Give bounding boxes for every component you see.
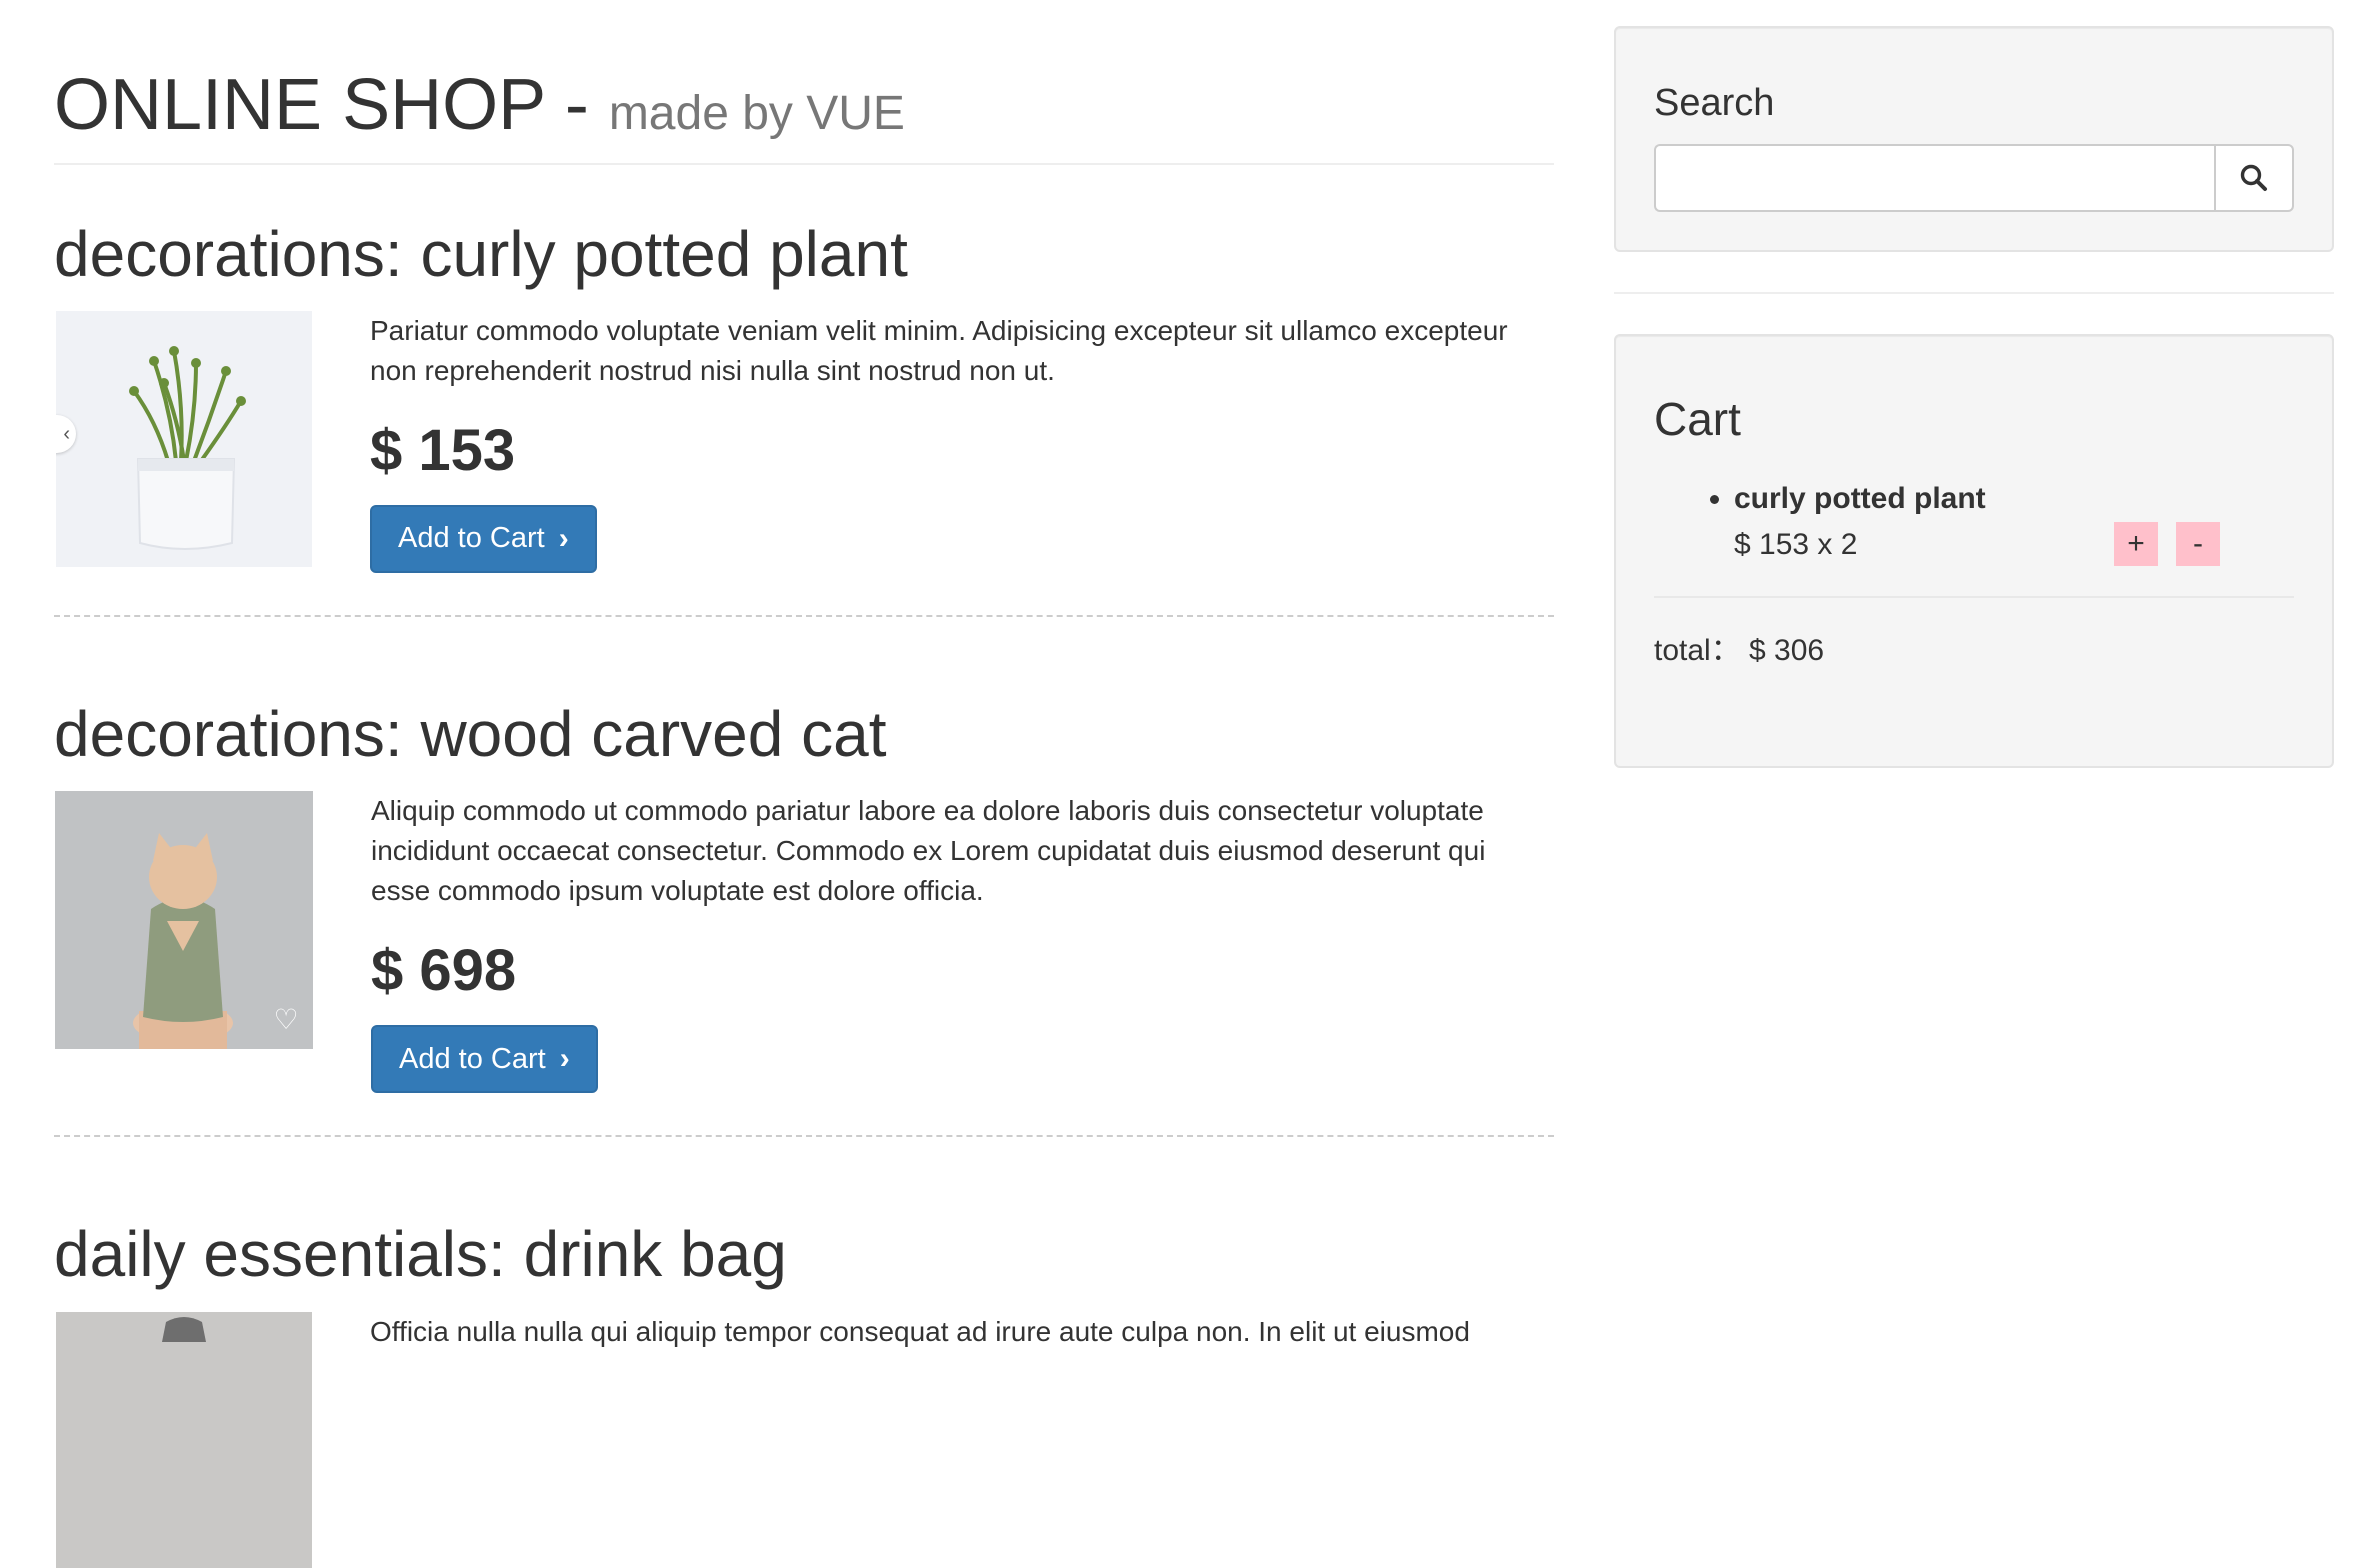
search-button[interactable]	[2214, 144, 2294, 212]
cart-title: Cart	[1654, 393, 1741, 445]
search-title: Search	[1654, 82, 1775, 124]
product-title: daily essentials: drink bag	[54, 1218, 787, 1291]
cart-item: curly potted plant $ 153 x 2 + -	[1734, 476, 2294, 568]
page-title: ONLINE SHOP - made by VUE	[54, 64, 1554, 165]
product-price: $ 153	[370, 418, 516, 484]
product-price: $ 698	[371, 938, 517, 1004]
product-description: Pariatur commodo voluptate veniam velit …	[370, 315, 1508, 387]
product-divider	[54, 1135, 1554, 1138]
sidebar-divider	[1614, 292, 2334, 294]
product-description: Aliquip commodo ut commodo pariatur labo…	[371, 795, 1486, 907]
product-item: daily essentials: drink bag Officia null…	[54, 1218, 1554, 1568]
cart-divider	[1654, 596, 2294, 598]
product-title: decorations: wood carved cat	[54, 697, 887, 770]
drink-bag-image[interactable]	[56, 1311, 312, 1568]
potted-plant-illustration	[56, 311, 312, 568]
chevron-right-icon: ›	[559, 1042, 570, 1076]
cart-item-name: curly potted plant	[1734, 482, 1986, 515]
product-divider	[54, 614, 1554, 617]
product-item: decorations: curly potted plant ‹ Pariat…	[54, 217, 1554, 573]
product-item: decorations: wood carved cat ♡ Aliquip c…	[54, 697, 1554, 1094]
cart-total: total： $ 306	[1654, 634, 1825, 667]
search-icon	[2240, 164, 2267, 191]
add-to-cart-button[interactable]: Add to Cart ›	[370, 504, 597, 573]
page-title-text: ONLINE SHOP -	[54, 65, 609, 145]
search-group	[1654, 144, 2294, 212]
product-title: decorations: curly potted plant	[54, 217, 908, 290]
decrease-quantity-button[interactable]: -	[2176, 522, 2220, 566]
carved-cat-image[interactable]: ♡	[55, 791, 313, 1050]
cart-panel: Cart curly potted plant $ 153 x 2 + - to…	[1614, 334, 2334, 768]
search-panel: Search	[1614, 26, 2334, 252]
cart-list: curly potted plant $ 153 x 2 + -	[1654, 476, 2294, 568]
main-content: ONLINE SHOP - made by VUE decorations: c…	[54, 0, 1554, 1568]
heart-icon[interactable]: ♡	[271, 1005, 301, 1035]
drink-bag-illustration	[56, 1311, 312, 1568]
add-to-cart-label: Add to Cart	[399, 1042, 546, 1075]
potted-plant-image[interactable]: ‹	[56, 311, 312, 568]
sidebar: Search Cart curly potted plant $ 153 x 2…	[1614, 26, 2334, 768]
add-to-cart-label: Add to Cart	[398, 522, 545, 555]
product-description: Officia nulla nulla qui aliquip tempor c…	[370, 1315, 1470, 1347]
increase-quantity-button[interactable]: +	[2114, 522, 2158, 566]
page-subtitle: made by VUE	[608, 87, 905, 140]
search-input[interactable]	[1654, 144, 2214, 212]
add-to-cart-button[interactable]: Add to Cart ›	[371, 1025, 598, 1094]
chevron-right-icon: ›	[558, 521, 569, 555]
